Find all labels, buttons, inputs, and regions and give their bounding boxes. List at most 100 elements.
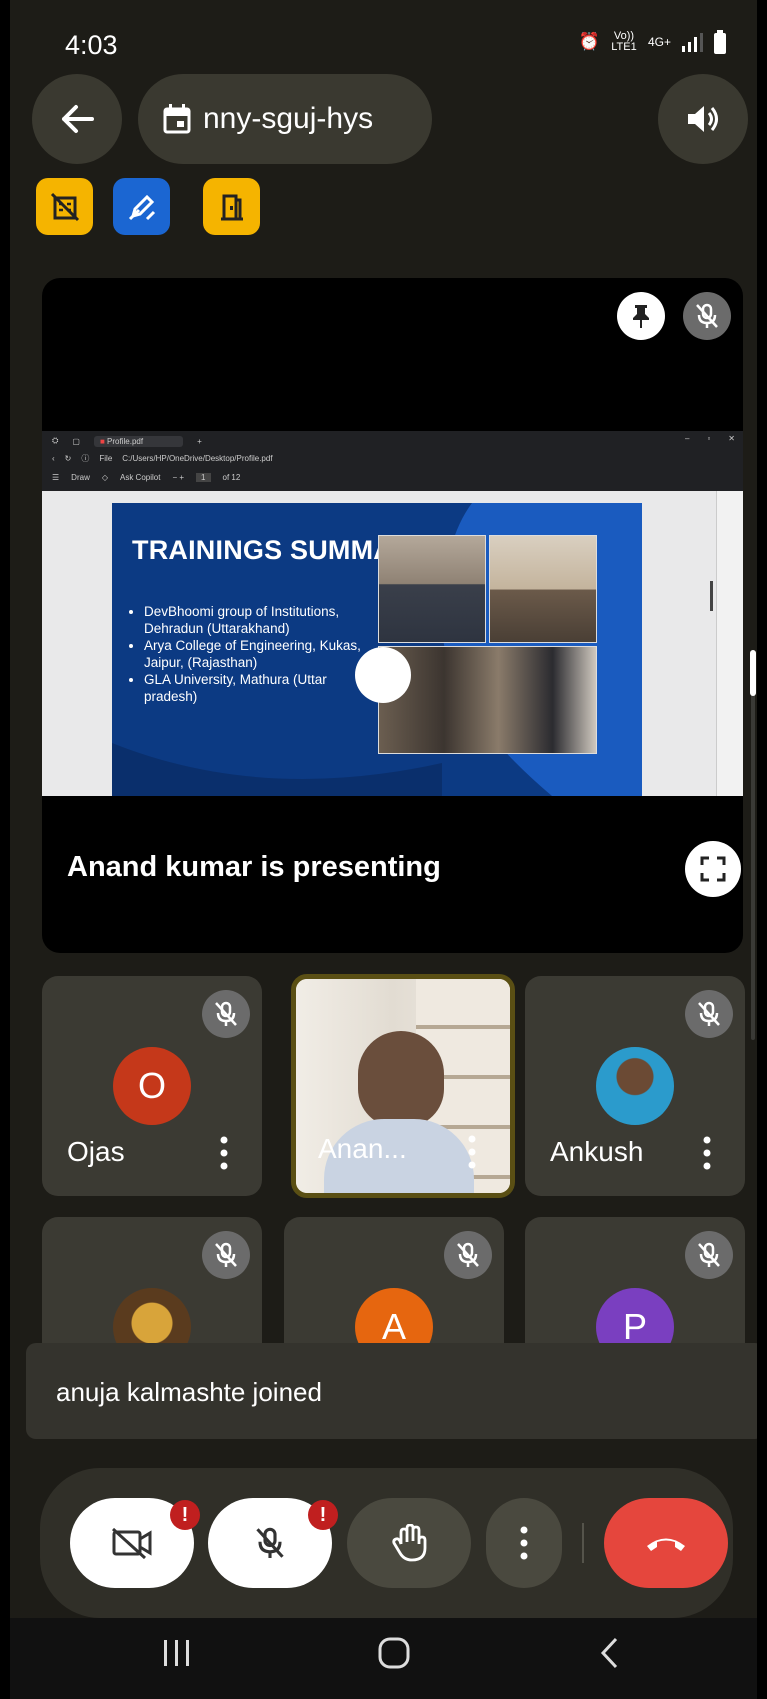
whiteboard-indicator[interactable]: [113, 178, 170, 235]
no-building-icon: [50, 192, 79, 221]
contents-icon[interactable]: ☰: [52, 473, 59, 482]
restore-icon[interactable]: ▫: [707, 434, 710, 443]
door-icon: [220, 194, 243, 220]
participant-tile-anand[interactable]: Anan...: [291, 974, 515, 1198]
mic-off-icon: [696, 303, 718, 328]
controls-divider: [582, 1523, 584, 1563]
alarm-icon: ⏰: [578, 32, 600, 51]
calendar-icon: [163, 104, 191, 134]
hang-up-icon: [647, 1538, 685, 1551]
meeting-code: nny-sguj-hys: [203, 102, 374, 135]
arrow-left-icon: [62, 105, 94, 133]
tile-mute-badge: [202, 1231, 250, 1279]
slide-bullet: Arya College of Engineering, Kukas, Jaip…: [144, 637, 379, 671]
edit-pen-icon: [128, 194, 155, 220]
close-icon[interactable]: ✕: [728, 434, 735, 443]
avatar: O: [113, 1047, 191, 1125]
raise-hand-button[interactable]: [347, 1498, 471, 1588]
recent-apps-icon[interactable]: [162, 1638, 192, 1668]
more-vertical-icon: [520, 1526, 528, 1560]
mic-warning-badge: !: [308, 1500, 338, 1530]
tile-mute-badge: [444, 1231, 492, 1279]
address-bar[interactable]: C:/Users/HP/OneDrive/Desktop/Profile.pdf: [122, 454, 272, 463]
more-options-icon[interactable]: [220, 1136, 228, 1170]
participant-tile-ankush[interactable]: Ankush: [525, 976, 745, 1196]
ask-copilot[interactable]: Ask Copilot: [120, 473, 160, 482]
slide-bullet: GLA University, Mathura (Uttar pradesh): [144, 671, 379, 705]
minimize-icon[interactable]: –: [685, 434, 689, 443]
hand-icon: [392, 1524, 427, 1562]
back-nav-icon[interactable]: ‹: [52, 454, 55, 463]
pdf-sidebar: [716, 491, 743, 796]
fullscreen-icon: [700, 856, 726, 882]
meeting-code-pill[interactable]: nny-sguj-hys: [138, 74, 432, 164]
participant-name: Ankush: [550, 1136, 644, 1167]
call-controls: ! !: [40, 1468, 733, 1618]
signal-type-label: 4G+: [647, 35, 671, 49]
page-number[interactable]: 1: [196, 473, 211, 482]
mic-toggle-button[interactable]: !: [208, 1498, 338, 1588]
system-nav-bar: [10, 1618, 757, 1699]
speaker-button[interactable]: [658, 74, 748, 164]
mic-off-icon: [256, 1527, 284, 1558]
zoom-controls[interactable]: − +: [172, 473, 184, 482]
pdf-tab[interactable]: ■ Profile.pdf: [93, 435, 184, 447]
slide-bullet: DevBhoomi group of Institutions, Dehradu…: [144, 603, 379, 637]
network-label: Vo)) LTE1: [611, 30, 637, 53]
battery-icon: [714, 30, 726, 54]
stage-mute-badge: [683, 292, 731, 340]
page-total: of 12: [222, 473, 241, 482]
mic-off-icon: [215, 1001, 237, 1026]
leave-call-button[interactable]: [604, 1498, 728, 1588]
presentation-stage: ⛭ ▢ ■ Profile.pdf + – ▫ ✕ ‹ ↻ ⓘ File C:/User…: [42, 278, 743, 953]
grid-scroll-thumb[interactable]: [750, 650, 756, 696]
back-nav-icon[interactable]: [600, 1637, 620, 1669]
refresh-icon[interactable]: ↻: [65, 454, 72, 463]
fullscreen-button[interactable]: [685, 841, 741, 897]
tile-mute-badge: [685, 1231, 733, 1279]
participant-name: Ojas: [67, 1136, 125, 1167]
camera-toggle-button[interactable]: !: [70, 1498, 200, 1588]
home-icon[interactable]: [378, 1637, 410, 1669]
mic-off-icon: [698, 1001, 720, 1026]
mic-off-icon: [457, 1242, 479, 1267]
grid-scroll-track: [751, 650, 755, 1040]
pdf-icon: ■: [99, 436, 105, 446]
slide-bullets: DevBhoomi group of Institutions, Dehradu…: [130, 603, 379, 705]
pointer-dot: [355, 647, 411, 703]
file-label: File: [99, 454, 113, 463]
join-toast: anuja kalmashte joined: [26, 1343, 757, 1439]
tabs-icon: ▢: [72, 436, 80, 446]
erase-icon[interactable]: ◇: [102, 473, 108, 482]
new-tab-icon: +: [197, 436, 202, 446]
recording-off-indicator[interactable]: [36, 178, 93, 235]
browser-icon: ⛭: [52, 436, 59, 445]
participant-tile-ojas[interactable]: O Ojas: [42, 976, 262, 1196]
participant-name: Anan...: [318, 1133, 407, 1164]
pdf-scrollbar[interactable]: [710, 581, 713, 611]
shared-screen: ⛭ ▢ ■ Profile.pdf + – ▫ ✕ ‹ ↻ ⓘ File C:/User…: [42, 431, 743, 796]
video-feed-person: [358, 1031, 444, 1127]
mic-off-icon: [698, 1242, 720, 1267]
toast-message: anuja kalmashte joined: [56, 1377, 322, 1407]
training-photo-award: [378, 646, 597, 754]
info-icon: ⓘ: [81, 454, 90, 463]
more-options-icon[interactable]: [703, 1136, 711, 1170]
draw-tool[interactable]: Draw: [71, 473, 90, 482]
signal-icon: [682, 33, 703, 52]
tile-mute-badge: [202, 990, 250, 1038]
mic-off-icon: [215, 1242, 237, 1267]
pin-icon: [633, 305, 649, 328]
training-photo-classroom: [378, 535, 486, 643]
tab-title: Profile.pdf: [107, 436, 144, 446]
more-options-icon[interactable]: [468, 1135, 476, 1169]
avatar-photo: [596, 1047, 674, 1125]
more-options-button[interactable]: [486, 1498, 562, 1588]
back-button[interactable]: [32, 74, 122, 164]
status-time: 4:03: [65, 30, 118, 60]
pin-button[interactable]: [617, 292, 665, 340]
training-photo-lab: [489, 535, 597, 643]
camera-warning-badge: !: [170, 1500, 200, 1530]
companion-mode-indicator[interactable]: [203, 178, 260, 235]
status-bar: 4:03 ⏰ Vo)) LTE1 4G+: [10, 0, 757, 70]
